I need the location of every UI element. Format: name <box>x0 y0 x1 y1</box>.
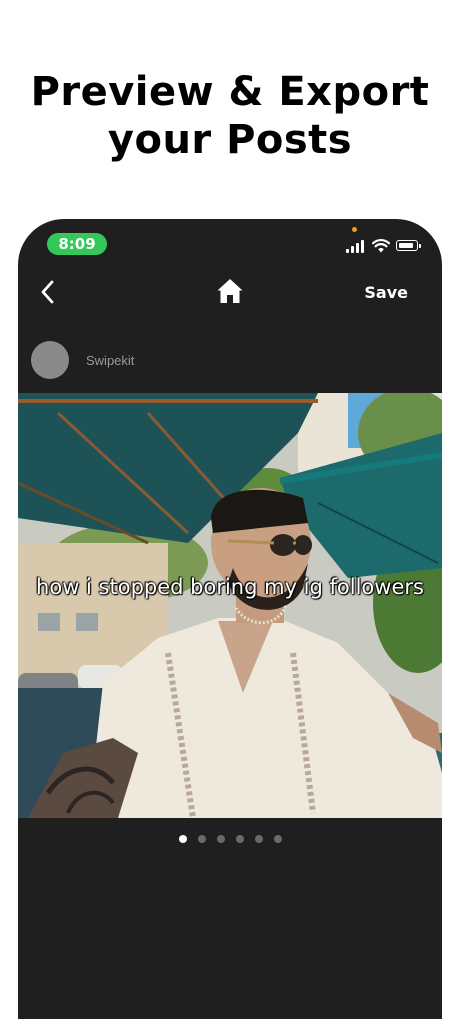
headline-line-2: your Posts <box>107 117 353 163</box>
headline-line-1: Preview & Export <box>30 69 430 115</box>
avatar[interactable] <box>31 341 69 379</box>
carousel-dot-1[interactable] <box>178 835 187 843</box>
status-bar: 8:09 <box>18 219 442 271</box>
post-image[interactable]: how i stopped boring my ig followers <box>18 393 442 818</box>
carousel-dot-2[interactable] <box>197 835 206 843</box>
home-button[interactable] <box>216 277 244 305</box>
save-button[interactable]: Save <box>364 283 408 302</box>
carousel-indicator <box>18 835 442 847</box>
post-header: Swipekit <box>18 341 442 381</box>
nav-bar: Save <box>18 271 442 313</box>
username: Swipekit <box>86 353 135 368</box>
mic-indicator-icon <box>352 227 357 232</box>
carousel-dot-6[interactable] <box>273 835 282 843</box>
photo-illustration <box>18 393 442 818</box>
phone-frame: 8:09 Save Swipekit how i stopped boring … <box>18 219 442 1019</box>
back-button[interactable] <box>38 279 60 305</box>
battery-icon <box>396 240 421 251</box>
wifi-icon <box>372 239 390 253</box>
home-icon <box>217 279 243 303</box>
cellular-signal-icon <box>346 240 366 253</box>
carousel-dot-3[interactable] <box>216 835 225 843</box>
headline: Preview & Export your Posts <box>0 68 460 164</box>
carousel-dot-4[interactable] <box>235 835 244 843</box>
carousel-dot-5[interactable] <box>254 835 263 843</box>
chevron-left-icon <box>41 280 54 304</box>
post-caption: how i stopped boring my ig followers <box>36 575 424 599</box>
status-time: 8:09 <box>47 233 107 255</box>
